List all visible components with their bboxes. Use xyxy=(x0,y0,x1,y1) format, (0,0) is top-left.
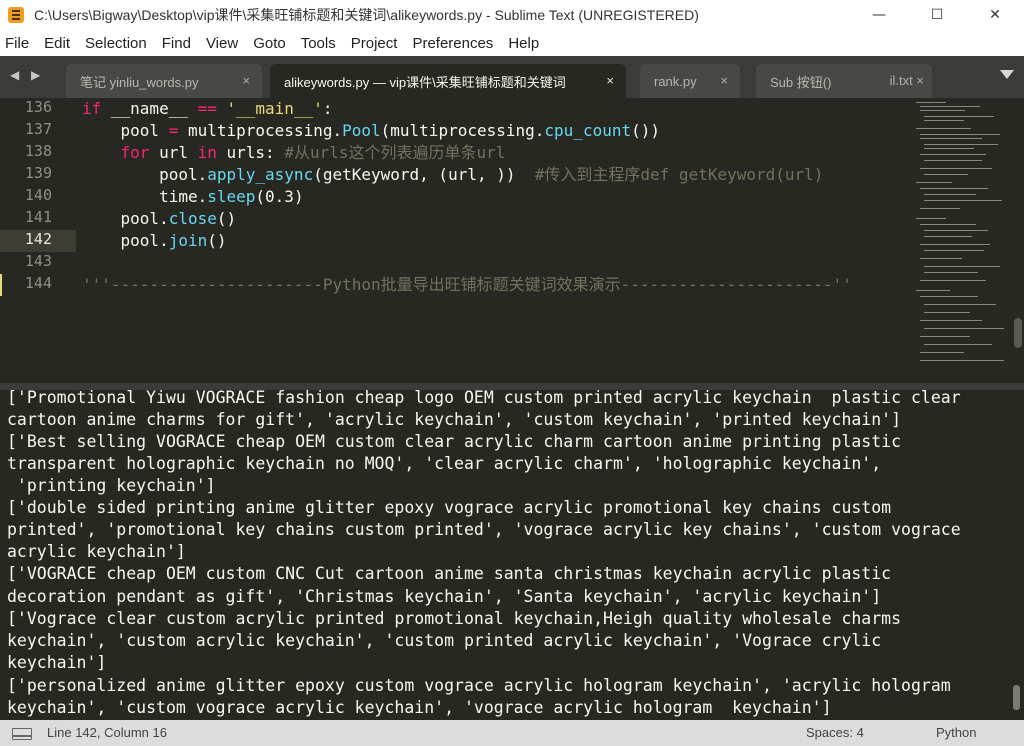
panel-divider[interactable] xyxy=(0,383,1024,390)
menu-tools[interactable]: Tools xyxy=(301,35,336,52)
line-number: 139 xyxy=(24,164,52,182)
tab-sub-button[interactable]: Sub 按钮() il.txt × xyxy=(756,64,932,98)
line-number: 143 xyxy=(24,252,52,270)
panel-toggle-icon[interactable] xyxy=(12,728,32,740)
window-controls: — ☐ ✕ xyxy=(850,0,1024,30)
output-line: keychain', 'custom vograce acrylic keych… xyxy=(7,698,832,717)
line-number: 137 xyxy=(24,120,52,138)
cursor-position[interactable]: Line 142, Column 16 xyxy=(47,725,167,740)
tab-close-icon[interactable]: × xyxy=(242,73,250,88)
output-line: cartoon anime charms for gift', 'acrylic… xyxy=(7,410,902,429)
output-line: ['personalized anime glitter epoxy custo… xyxy=(7,676,951,695)
output-line: ['double sided printing anime glitter ep… xyxy=(7,498,892,517)
output-line: ['Best selling VOGRACE cheap OEM custom … xyxy=(7,432,902,451)
editor-scrollbar[interactable] xyxy=(1014,318,1022,348)
menu-view[interactable]: View xyxy=(206,35,238,52)
output-line: ['VOGRACE cheap OEM custom CNC Cut carto… xyxy=(7,564,892,583)
tab-alikeywords[interactable]: alikeywords.py — vip课件\采集旺铺标题和关键词 × xyxy=(270,64,626,98)
line-number-gutter: 136 137 138 139 140 141 142 143 144 xyxy=(0,98,62,383)
tab-label: rank.py xyxy=(654,73,697,89)
menu-find[interactable]: Find xyxy=(162,35,191,52)
line-number: 144 xyxy=(24,274,52,292)
tab-bar: ◀ ▶ 笔记 yinliu_words.py × alikeywords.py … xyxy=(0,56,1024,98)
line-number: 141 xyxy=(24,208,52,226)
line-number: 136 xyxy=(24,98,52,116)
line-number: 138 xyxy=(24,142,52,160)
menu-help[interactable]: Help xyxy=(508,35,539,52)
code-line: pool.close() xyxy=(82,209,237,228)
output-line: ['Promotional Yiwu VOGRACE fashion cheap… xyxy=(7,390,961,407)
code-line: if __name__ == '__main__': xyxy=(82,99,333,118)
tab-label: 笔记 yinliu_words.py xyxy=(80,74,199,90)
menu-file[interactable]: File xyxy=(5,35,29,52)
code-line: pool = multiprocessing.Pool(multiprocess… xyxy=(82,121,661,140)
menu-preferences[interactable]: Preferences xyxy=(412,35,493,52)
tab-dropdown-icon[interactable] xyxy=(1000,70,1014,79)
code-line: for url in urls: #从urls这个列表遍历单条url xyxy=(120,143,506,162)
output-line: printed', 'promotional key chains custom… xyxy=(7,520,961,539)
menu-bar: File Edit Selection Find View Goto Tools… xyxy=(0,30,1024,56)
menu-selection[interactable]: Selection xyxy=(85,35,147,52)
output-line: transparent holographic keychain no MOQ'… xyxy=(7,454,882,473)
line-number: 140 xyxy=(24,186,52,204)
output-line: 'printing keychain'] xyxy=(7,476,216,495)
code-line: pool.join() xyxy=(82,231,227,250)
title-bar: C:\Users\Bigway\Desktop\vip课件\采集旺铺标题和关键词… xyxy=(0,0,1024,30)
indentation-setting[interactable]: Spaces: 4 xyxy=(806,725,864,740)
sublime-logo-icon xyxy=(8,7,24,23)
code-editor[interactable]: 136 137 138 139 140 141 142 143 144 if _… xyxy=(0,98,1024,383)
output-line: ['Vograce clear custom acrylic printed p… xyxy=(7,609,902,628)
output-scrollbar[interactable] xyxy=(1013,685,1020,710)
tab-label: Sub 按钮() xyxy=(770,74,832,90)
line-number: 142 xyxy=(24,230,52,248)
status-bar: Line 142, Column 16 Spaces: 4 Python xyxy=(0,720,1024,746)
output-line: acrylic keychain'] xyxy=(7,542,186,561)
tab-nav-arrows-icon[interactable]: ◀ ▶ xyxy=(10,68,44,82)
code-line: pool.apply_async(getKeyword, (url, )) #传… xyxy=(82,165,824,184)
tab-close-icon[interactable]: × xyxy=(606,73,614,88)
tab-label: alikeywords.py — vip课件\采集旺铺标题和关键词 xyxy=(284,74,566,90)
maximize-button[interactable]: ☐ xyxy=(908,0,966,30)
tab-close-icon[interactable]: il.txt × xyxy=(890,73,924,88)
code-line: time.sleep(0.3) xyxy=(82,187,304,206)
tab-close-icon[interactable]: × xyxy=(720,73,728,88)
menu-goto[interactable]: Goto xyxy=(253,35,286,52)
window-title: C:\Users\Bigway\Desktop\vip课件\采集旺铺标题和关键词… xyxy=(34,7,699,23)
menu-edit[interactable]: Edit xyxy=(44,35,70,52)
output-line: decoration pendant as gift', 'Christmas … xyxy=(7,587,882,606)
build-output-panel[interactable]: ['Promotional Yiwu VOGRACE fashion cheap… xyxy=(0,390,1024,720)
tab-rank[interactable]: rank.py × xyxy=(640,64,740,98)
close-button[interactable]: ✕ xyxy=(966,0,1024,30)
output-line: keychain', 'custom acrylic keychain', 'c… xyxy=(7,631,882,650)
syntax-selector[interactable]: Python xyxy=(936,725,976,740)
tab-yinliu-words[interactable]: 笔记 yinliu_words.py × xyxy=(66,64,262,98)
minimize-button[interactable]: — xyxy=(850,0,908,30)
code-line: '''----------------------Python批量导出旺铺标题关… xyxy=(82,275,852,294)
minimap[interactable] xyxy=(912,98,1012,368)
menu-project[interactable]: Project xyxy=(351,35,398,52)
output-line: keychain'] xyxy=(7,653,107,672)
